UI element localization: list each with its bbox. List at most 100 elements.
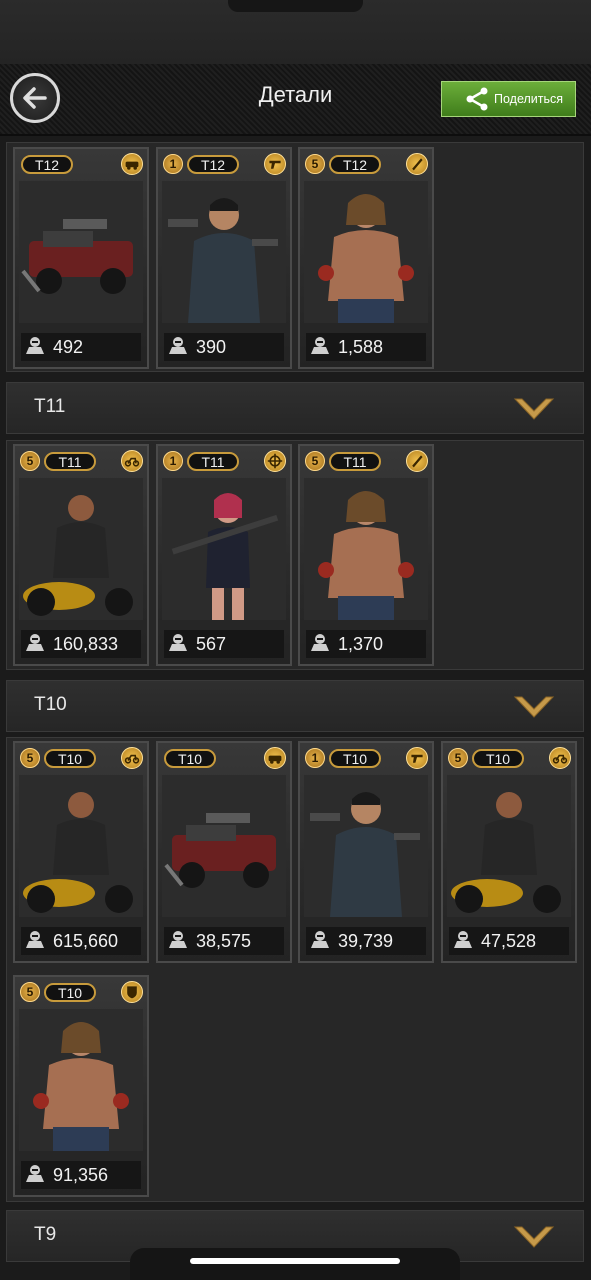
tier-header-t11[interactable]: T11 <box>6 382 584 434</box>
unit-card[interactable]: 5 T10 47,528 <box>441 741 577 963</box>
bottom-panel <box>130 1248 460 1280</box>
crosshair-icon <box>264 450 286 472</box>
troop-icon <box>25 929 45 954</box>
status-bar <box>0 0 591 64</box>
level-badge: 1 <box>305 748 325 768</box>
power-readout: 160,833 <box>21 630 141 658</box>
tier-badge: T10 <box>472 749 524 768</box>
unit-portrait <box>19 181 143 323</box>
unit-portrait <box>162 775 286 917</box>
power-readout: 390 <box>164 333 284 361</box>
unit-portrait <box>304 478 428 620</box>
unit-card[interactable]: T10 38,575 <box>156 741 292 963</box>
level-badge: 1 <box>163 154 183 174</box>
power-value: 160,833 <box>53 633 119 654</box>
motorcycle-icon <box>549 747 571 769</box>
chevron-down-icon <box>513 696 555 718</box>
troop-icon <box>168 929 188 954</box>
tier-badge: T10 <box>164 749 216 768</box>
tier-label: T10 <box>34 694 67 715</box>
share-label: Поделиться <box>494 92 564 106</box>
troop-icon <box>25 1163 45 1188</box>
unit-card[interactable]: 5 T10 615,660 <box>13 741 149 963</box>
troop-icon <box>168 632 188 657</box>
level-badge: 5 <box>20 748 40 768</box>
power-value: 91,356 <box>53 1164 109 1185</box>
tier-badge: T10 <box>44 749 96 768</box>
level-badge: 5 <box>305 154 325 174</box>
tier-label: T11 <box>34 396 66 417</box>
unit-card[interactable]: 1 T12 390 <box>156 147 292 369</box>
pistol-icon <box>406 747 428 769</box>
troop-icon <box>310 632 330 657</box>
share-button[interactable]: Поделиться <box>441 81 576 117</box>
unit-portrait <box>19 478 143 620</box>
pistol-icon <box>264 153 286 175</box>
level-badge: 5 <box>20 451 40 471</box>
shield-icon <box>121 981 143 1003</box>
blade-icon <box>406 153 428 175</box>
power-value: 1,370 <box>338 633 384 654</box>
unit-card[interactable]: 5 T11 1,370 <box>298 444 434 666</box>
level-badge: 5 <box>448 748 468 768</box>
motorcycle-icon <box>121 450 143 472</box>
tier-badge: T11 <box>329 452 381 471</box>
unit-portrait <box>162 478 286 620</box>
share-icon <box>466 87 488 111</box>
power-readout: 38,575 <box>164 927 284 955</box>
unit-portrait <box>19 775 143 917</box>
troop-icon <box>310 929 330 954</box>
power-value: 39,739 <box>338 930 394 951</box>
chevron-down-icon <box>513 398 555 420</box>
tier-badge: T12 <box>21 155 73 174</box>
tier-badge: T10 <box>329 749 381 768</box>
unit-portrait <box>447 775 571 917</box>
tier-badge: T11 <box>187 452 239 471</box>
power-value: 1,588 <box>338 336 384 357</box>
unit-card[interactable]: 5 T12 1,588 <box>298 147 434 369</box>
power-value: 615,660 <box>53 930 119 951</box>
unit-portrait <box>304 181 428 323</box>
troop-icon <box>310 335 330 360</box>
tier-header-t10[interactable]: T10 <box>6 680 584 732</box>
power-readout: 39,739 <box>306 927 426 955</box>
power-readout: 1,588 <box>306 333 426 361</box>
chevron-down-icon <box>513 1226 555 1248</box>
power-readout: 47,528 <box>449 927 569 955</box>
power-value: 492 <box>53 336 84 357</box>
tier-badge: T10 <box>44 983 96 1002</box>
unit-card[interactable]: 1 T11 567 <box>156 444 292 666</box>
tier-badge: T11 <box>44 452 96 471</box>
level-badge: 5 <box>305 451 325 471</box>
unit-portrait <box>304 775 428 917</box>
unit-portrait <box>162 181 286 323</box>
home-indicator[interactable] <box>190 1258 400 1264</box>
troop-icon <box>453 929 473 954</box>
unit-card[interactable]: 5 T10 91,356 <box>13 975 149 1197</box>
power-readout: 91,356 <box>21 1161 141 1189</box>
tier-badge: T12 <box>329 155 381 174</box>
level-badge: 1 <box>163 451 183 471</box>
troop-icon <box>25 632 45 657</box>
vehicle-icon <box>264 747 286 769</box>
power-readout: 492 <box>21 333 141 361</box>
power-readout: 1,370 <box>306 630 426 658</box>
unit-portrait <box>19 1009 143 1151</box>
tier-label: T9 <box>34 1224 57 1245</box>
unit-card[interactable]: 1 T10 39,739 <box>298 741 434 963</box>
troop-icon <box>25 335 45 360</box>
level-badge: 5 <box>20 982 40 1002</box>
tier-badge: T12 <box>187 155 239 174</box>
motorcycle-icon <box>121 747 143 769</box>
blade-icon <box>406 450 428 472</box>
vehicle-icon <box>121 153 143 175</box>
top-bar: Детали Поделиться <box>0 64 591 136</box>
power-value: 38,575 <box>196 930 252 951</box>
power-value: 390 <box>196 336 227 357</box>
power-value: 47,528 <box>481 930 537 951</box>
power-readout: 567 <box>164 630 284 658</box>
power-value: 567 <box>196 633 227 654</box>
troop-icon <box>168 335 188 360</box>
unit-card[interactable]: T12 492 <box>13 147 149 369</box>
unit-card[interactable]: 5 T11 160,833 <box>13 444 149 666</box>
